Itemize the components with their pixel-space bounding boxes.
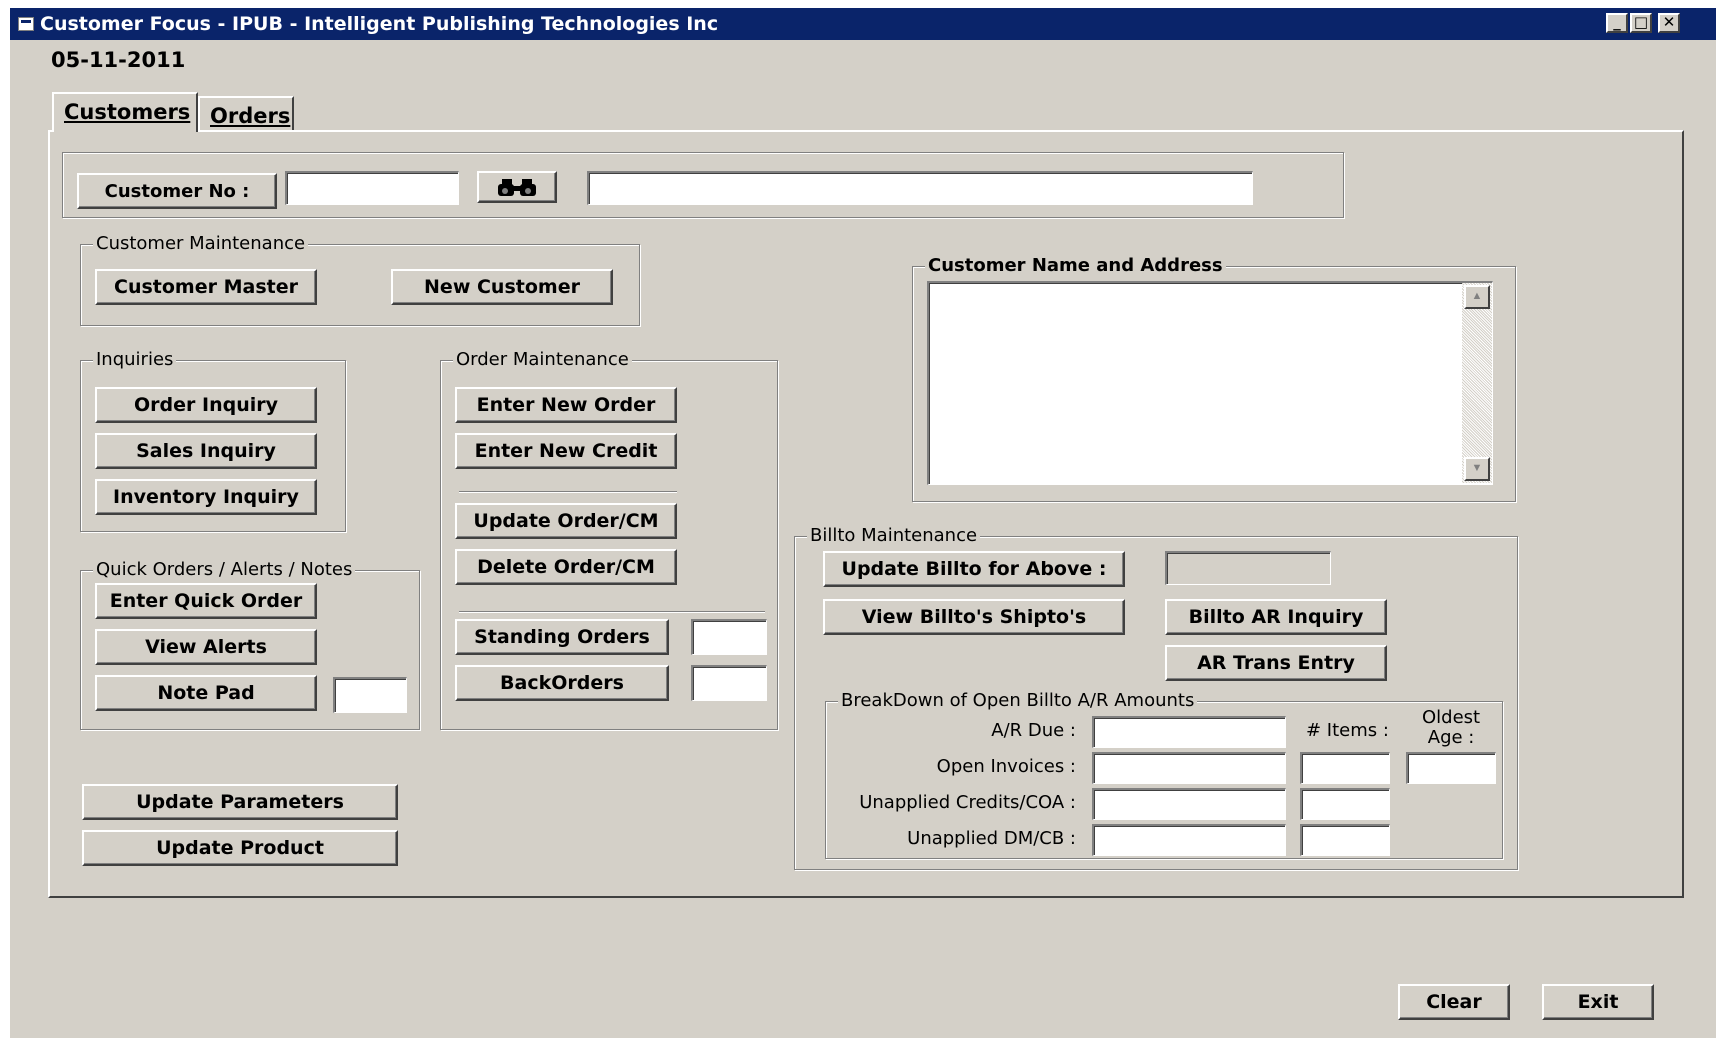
unapplied-credits-amount-field[interactable] [1092,788,1286,820]
items-count-label: # Items : [1306,720,1389,741]
note-pad-count-field[interactable] [333,677,407,713]
unapplied-dm-amount-field[interactable] [1092,824,1286,856]
enter-quick-order-button[interactable]: Enter Quick Order [95,583,317,619]
billto-ar-inquiry-button[interactable]: Billto AR Inquiry [1165,599,1387,635]
order-maintenance-group: Order Maintenance Enter New Order Enter … [440,349,778,730]
inventory-inquiry-button[interactable]: Inventory Inquiry [95,479,317,515]
update-billto-button[interactable]: Update Billto for Above : [823,551,1125,587]
order-maintenance-title: Order Maintenance [453,349,632,370]
update-product-button[interactable]: Update Product [82,830,398,866]
ar-due-field[interactable] [1092,716,1286,748]
enter-new-order-button[interactable]: Enter New Order [455,387,677,423]
customer-name-field[interactable] [587,171,1253,205]
scroll-up-button[interactable]: ▲ [1464,285,1490,309]
standing-orders-button[interactable]: Standing Orders [455,619,669,655]
customer-search-group: Customer No : [62,152,1344,218]
customer-address-group: Customer Name and Address ▲ ▼ [912,255,1516,502]
delete-order-cm-button[interactable]: Delete Order/CM [455,549,677,585]
ar-due-label: A/R Due : [991,720,1076,741]
close-button[interactable]: ✕ [1658,13,1680,33]
application-window: Customer Focus - IPUB - Intelligent Publ… [10,8,1716,1038]
unapplied-dm-label: Unapplied DM/CB : [907,828,1076,849]
inquiries-group: Inquiries Order Inquiry Sales Inquiry In… [80,349,346,532]
customers-tab-panel: Customer No : Customer Maintenance Custo… [48,130,1684,898]
quick-orders-group: Quick Orders / Alerts / Notes Enter Quic… [80,559,420,730]
update-order-cm-button[interactable]: Update Order/CM [455,503,677,539]
minimize-button[interactable]: _ [1606,13,1628,33]
open-invoices-label: Open Invoices : [936,756,1076,777]
ar-trans-entry-button[interactable]: AR Trans Entry [1165,645,1387,681]
tab-orders[interactable]: Orders [198,96,294,130]
order-separator-1 [459,491,677,493]
backorders-button[interactable]: BackOrders [455,665,669,701]
current-date: 05-11-2011 [51,48,186,72]
sales-inquiry-button[interactable]: Sales Inquiry [95,433,317,469]
customer-no-label: Customer No : [77,173,277,209]
customer-master-button[interactable]: Customer Master [95,269,317,305]
open-invoices-items-field[interactable] [1300,752,1390,784]
ar-breakdown-title: BreakDown of Open Billto A/R Amounts [838,690,1198,711]
oldest-age-label: Oldest Age : [1422,707,1481,748]
binoculars-icon [498,179,536,196]
inquiries-title: Inquiries [93,349,177,370]
unapplied-dm-items-field[interactable] [1300,824,1390,856]
unapplied-credits-items-field[interactable] [1300,788,1390,820]
note-pad-button[interactable]: Note Pad [95,675,317,711]
view-billto-shipto-button[interactable]: View Billto's Shipto's [823,599,1125,635]
standing-orders-count-field[interactable] [691,619,767,655]
customer-maintenance-title: Customer Maintenance [93,233,309,254]
app-icon [18,17,34,31]
clear-button[interactable]: Clear [1398,984,1510,1020]
customer-search-button[interactable] [477,171,557,203]
customer-address-title: Customer Name and Address [925,255,1226,276]
new-customer-button[interactable]: New Customer [391,269,613,305]
window-title: Customer Focus - IPUB - Intelligent Publ… [40,13,719,35]
enter-new-credit-button[interactable]: Enter New Credit [455,433,677,469]
billto-maintenance-group: Billto Maintenance Update Billto for Abo… [794,525,1518,870]
customer-maintenance-group: Customer Maintenance Customer Master New… [80,233,640,326]
maximize-button[interactable]: □ [1630,13,1652,33]
order-inquiry-button[interactable]: Order Inquiry [95,387,317,423]
customer-number-input[interactable] [285,171,459,205]
open-invoices-amount-field[interactable] [1092,752,1286,784]
update-parameters-button[interactable]: Update Parameters [82,784,398,820]
ar-breakdown-group: BreakDown of Open Billto A/R Amounts A/R… [825,690,1503,859]
billto-maintenance-title: Billto Maintenance [807,525,981,546]
quick-orders-title: Quick Orders / Alerts / Notes [93,559,356,580]
order-separator-2 [459,611,765,613]
customer-address-textarea[interactable]: ▲ ▼ [927,281,1493,485]
open-invoices-oldest-age-field[interactable] [1406,752,1496,784]
billto-number-field [1165,551,1331,585]
unapplied-credits-label: Unapplied Credits/COA : [859,792,1076,813]
address-scrollbar[interactable]: ▲ ▼ [1462,283,1492,483]
scroll-down-button[interactable]: ▼ [1464,457,1490,481]
exit-button[interactable]: Exit [1542,984,1654,1020]
tab-customers[interactable]: Customers [52,92,198,132]
view-alerts-button[interactable]: View Alerts [95,629,317,665]
title-bar: Customer Focus - IPUB - Intelligent Publ… [10,8,1716,40]
backorders-count-field[interactable] [691,665,767,701]
